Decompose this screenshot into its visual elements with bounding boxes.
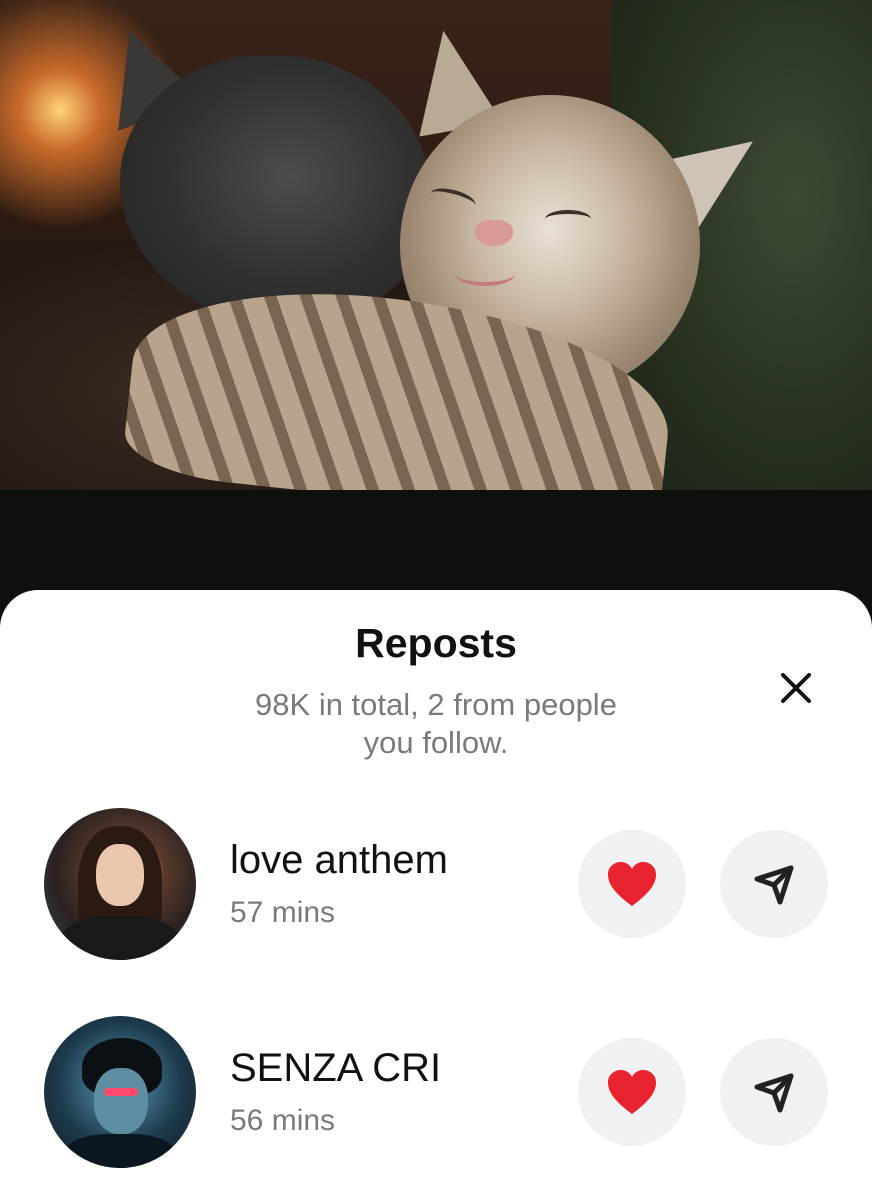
heart-icon: [608, 1070, 656, 1114]
send-icon: [754, 865, 794, 905]
tabby-kitten-nose: [475, 220, 513, 246]
heart-icon: [608, 862, 656, 906]
like-button[interactable]: [578, 1038, 686, 1146]
avatar-light: [104, 1088, 138, 1096]
post-media-image: [0, 0, 872, 490]
avatar-face: [94, 1068, 148, 1134]
repost-row[interactable]: SENZA CRI 56 mins: [0, 1016, 872, 1176]
avatar[interactable]: [44, 1016, 196, 1168]
share-button[interactable]: [720, 830, 828, 938]
repost-row[interactable]: love anthem 57 mins: [0, 808, 872, 968]
username[interactable]: SENZA CRI: [230, 1046, 441, 1091]
share-button[interactable]: [720, 1038, 828, 1146]
avatar-body: [64, 1134, 176, 1168]
sheet-title: Reposts: [355, 620, 517, 666]
timestamp: 57 mins: [230, 896, 336, 929]
close-button[interactable]: [770, 662, 822, 714]
send-icon: [754, 1073, 794, 1113]
timestamp: 56 mins: [230, 1104, 336, 1137]
like-button[interactable]: [578, 830, 686, 938]
reposts-sheet: Reposts 98K in total, 2 from people you …: [0, 590, 872, 1200]
close-icon: [781, 673, 811, 703]
sheet-subtitle: 98K in total, 2 from people you follow.: [255, 687, 617, 760]
avatar-jacket: [58, 916, 182, 960]
tabby-kitten-eye-right: [545, 210, 591, 228]
avatar[interactable]: [44, 808, 196, 960]
tabby-kitten-mouth: [455, 262, 515, 286]
avatar-face: [96, 844, 144, 906]
username[interactable]: love anthem: [230, 838, 448, 883]
